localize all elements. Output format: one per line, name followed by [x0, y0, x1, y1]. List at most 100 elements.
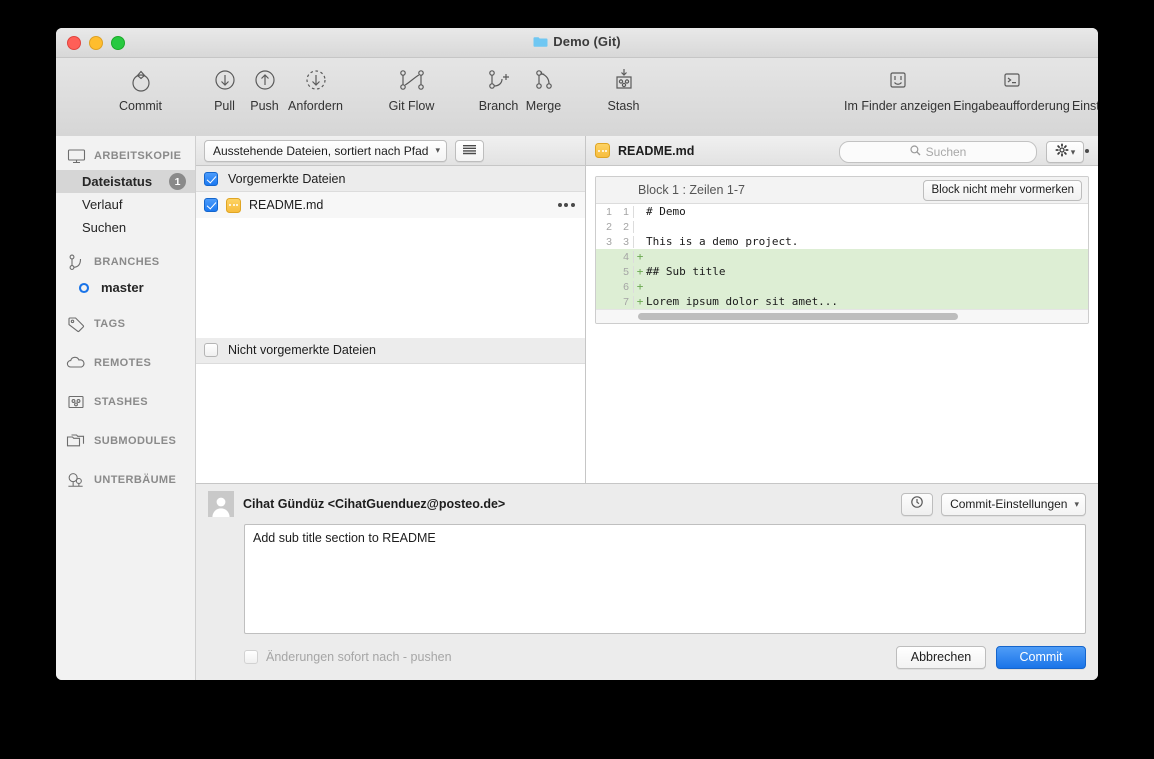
diff-line-old-number: 2 — [606, 220, 612, 233]
diff-line-old-number: 3 — [606, 235, 612, 248]
staged-files-checkbox[interactable] — [204, 171, 218, 186]
sidebar-group-label: REMOTES — [94, 357, 152, 369]
diff-line-new-number: 1 — [614, 205, 634, 218]
toolbar-label-merge: Merge — [525, 99, 562, 113]
toolbar-label-pull: Pull — [214, 99, 235, 113]
terminal-icon — [998, 62, 1026, 98]
sidebar-group-stashes[interactable]: STASHES — [56, 388, 195, 416]
upper-panes: Ausstehende Dateien, sortiert nach Pfad … — [196, 136, 1098, 483]
sidebar-group-label: STASHES — [94, 396, 148, 408]
sidebar-group-label: ARBEITSKOPIE — [94, 150, 182, 162]
toolbar-button-terminal[interactable]: Eingabeaufforderung — [953, 58, 1070, 113]
push-immediately-checkbox[interactable] — [244, 650, 258, 664]
diff-line-text: Lorem ipsum dolor sit amet... — [646, 295, 839, 308]
unstaged-files-header[interactable]: Nicht vorgemerkte Dateien — [196, 337, 585, 364]
toolbar-label-branch: Branch — [478, 99, 519, 113]
sidebar-item-label: Dateistatus — [82, 174, 153, 189]
title-bar: Demo (Git) — [56, 28, 1098, 58]
search-input[interactable]: Suchen — [839, 141, 1037, 163]
sidebar-item-file-status[interactable]: Dateistatus 1 — [56, 170, 195, 193]
toolbar-button-pull[interactable]: Pull — [214, 58, 235, 113]
commit-settings-popup[interactable]: Commit-Einstellungen ▾ — [941, 492, 1086, 516]
commit-history-button[interactable] — [901, 492, 934, 516]
toolbar-label-terminal: Eingabeaufforderung — [953, 99, 1070, 113]
table-row[interactable]: README.md — [196, 192, 585, 218]
sidebar-group-remotes[interactable]: REMOTES — [56, 349, 195, 377]
arrow-up-circle-icon — [252, 62, 278, 98]
stash-icon — [66, 394, 86, 410]
sidebar-item-branch-master[interactable]: master — [56, 276, 195, 299]
arrow-down-circle-icon — [212, 62, 238, 98]
toolbar-button-gitflow[interactable]: Git Flow — [389, 58, 434, 113]
scrollbar-thumb[interactable] — [638, 313, 958, 320]
clock-icon — [910, 495, 924, 514]
unstage-hunk-button[interactable]: Block nicht mehr vormerken — [923, 179, 1082, 201]
diff-line: 1 1 # Demo — [596, 204, 1088, 219]
staged-files-empty-area — [196, 218, 585, 338]
toolbar-button-stash[interactable]: Stash — [608, 58, 639, 113]
modified-file-icon — [595, 143, 610, 158]
sidebar-item-label: master — [101, 280, 144, 295]
tag-icon — [66, 316, 86, 333]
commit-message-input[interactable]: Add sub title section to README — [244, 524, 1086, 634]
file-stage-checkbox[interactable] — [204, 198, 218, 212]
file-list-toolbar: Ausstehende Dateien, sortiert nach Pfad … — [196, 136, 585, 166]
list-view-toggle[interactable] — [455, 139, 484, 162]
unstaged-files-label: Nicht vorgemerkte Dateien — [228, 343, 376, 357]
toolbar-button-fetch[interactable]: Anfordern — [288, 58, 343, 113]
sidebar-item-search[interactable]: Suchen — [56, 216, 195, 239]
unstaged-files-empty-area — [196, 363, 585, 483]
diff-line: 6 + — [596, 279, 1088, 294]
toolbar-button-show-in-finder[interactable]: Im Finder anzeigen — [844, 58, 951, 113]
user-avatar-icon — [208, 491, 234, 517]
commit-button[interactable]: Commit — [996, 645, 1086, 669]
gear-icon — [1096, 62, 1099, 98]
diff-horizontal-scrollbar[interactable] — [596, 309, 1088, 323]
main-content: Ausstehende Dateien, sortiert nach Pfad … — [196, 136, 1098, 680]
current-branch-icon — [74, 282, 94, 294]
sidebar-group-branches[interactable]: BRANCHES — [56, 248, 195, 276]
cancel-button[interactable]: Abbrechen — [896, 645, 986, 669]
sort-order-popup[interactable]: Ausstehende Dateien, sortiert nach Pfad … — [204, 139, 447, 162]
diff-line-sign: + — [636, 280, 644, 293]
toolbar-button-commit[interactable]: Commit — [119, 58, 162, 113]
toolbar-label-stash: Stash — [607, 99, 640, 113]
sidebar-group-submodules[interactable]: SUBMODULES — [56, 427, 195, 455]
diff-line-old-number: 1 — [606, 205, 612, 218]
main-toolbar: Commit Pull Push Anfordern Git Flow Bran… — [56, 58, 1098, 137]
toolbar-button-branch[interactable]: Branch — [479, 58, 518, 113]
sidebar-item-history[interactable]: Verlauf — [56, 193, 195, 216]
file-list-pane: Ausstehende Dateien, sortiert nach Pfad … — [196, 136, 586, 483]
toolbar-label-settings: Einstellungen — [1071, 99, 1098, 113]
sidebar-group-subtrees[interactable]: UNTERBÄUME — [56, 466, 195, 494]
toolbar-button-merge[interactable]: Merge — [526, 58, 561, 113]
window-body: ARBEITSKOPIE Dateistatus 1 Verlauf Suche… — [56, 136, 1098, 680]
search-icon — [910, 145, 921, 159]
commit-panel: Cihat Gündüz <CihatGuenduez@posteo.de> C… — [196, 483, 1098, 680]
file-name-label: README.md — [249, 198, 324, 212]
diff-line-text: ## Sub title — [646, 265, 726, 278]
merge-icon — [530, 62, 558, 98]
finder-icon — [884, 62, 912, 98]
cloud-icon — [66, 356, 86, 370]
sidebar-group-workingcopy[interactable]: ARBEITSKOPIE — [56, 142, 195, 170]
commit-settings-label: Commit-Einstellungen — [950, 497, 1068, 511]
sidebar-group-label: BRANCHES — [94, 256, 160, 268]
app-window: Demo (Git) Commit Pull Push Anfordern Gi… — [56, 28, 1098, 680]
staged-files-header[interactable]: Vorgemerkte Dateien — [196, 166, 585, 192]
diff-line-text: This is a demo project. — [646, 235, 799, 248]
sidebar-group-tags[interactable]: TAGS — [56, 310, 195, 338]
toolbar-button-push[interactable]: Push — [250, 58, 279, 113]
file-actions-menu-button[interactable]: ▾ — [1046, 141, 1084, 163]
diff-line: 3 3 This is a demo project. — [596, 234, 1088, 249]
window-title-text: Demo (Git) — [553, 34, 621, 49]
unstaged-files-checkbox[interactable] — [204, 343, 218, 357]
diff-content: Block 1 : Zeilen 1-7 Block nicht mehr vo… — [595, 176, 1089, 324]
window-title: Demo (Git) — [56, 34, 1098, 51]
ellipsis-icon[interactable] — [557, 203, 575, 207]
diff-line-new-number: 3 — [614, 235, 634, 248]
file-search-area: Suchen ▾ — [839, 141, 1084, 163]
branch-plus-icon — [484, 62, 514, 98]
sidebar-group-label: UNTERBÄUME — [94, 474, 177, 486]
commit-header: Cihat Gündüz <CihatGuenduez@posteo.de> C… — [208, 484, 1086, 524]
